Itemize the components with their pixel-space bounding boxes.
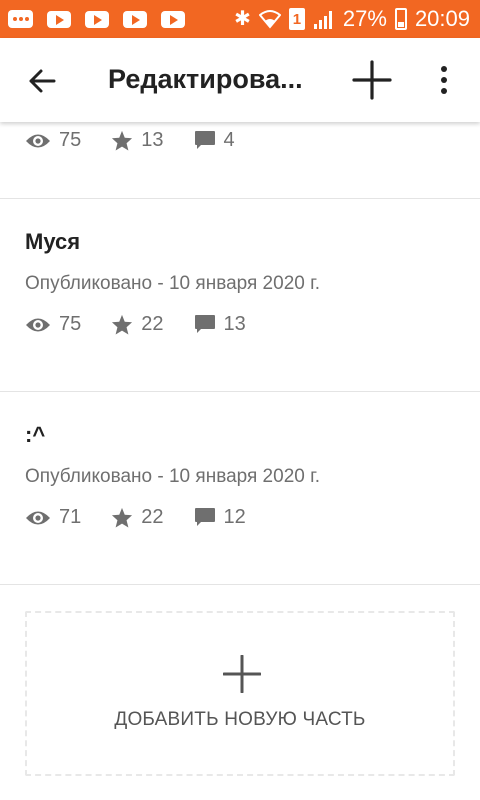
comment-icon	[194, 315, 215, 333]
youtube-notification-icon	[123, 10, 147, 28]
wifi-icon	[258, 10, 281, 29]
part-stats: 75 13 4	[25, 129, 265, 152]
clock: 20:09	[414, 6, 470, 31]
comments-count: 13	[223, 313, 246, 335]
part-stats: 71 22 12	[25, 506, 276, 529]
part-title: Муся	[25, 229, 81, 254]
add-new-part-button[interactable]: ДОБАВИТЬ НОВУЮ ЧАСТЬ	[25, 611, 455, 776]
views-count: 75	[59, 129, 82, 151]
youtube-notification-icon	[161, 10, 185, 28]
part-item[interactable]: Муся Опубликовано - 10 января 2020 г. 75…	[0, 199, 480, 392]
status-bar: ✱ 1 27% 20:09	[0, 0, 480, 38]
notification-icons	[8, 10, 185, 28]
messenger-notification-icon	[8, 10, 33, 28]
part-stats: 75 22 13	[25, 313, 276, 336]
comment-icon	[194, 131, 215, 149]
add-new-part-label: ДОБАВИТЬ НОВУЮ ЧАСТЬ	[114, 709, 366, 730]
star-icon	[112, 314, 133, 335]
more-options-icon[interactable]	[432, 63, 456, 97]
comments-count: 12	[223, 506, 246, 528]
youtube-notification-icon	[47, 10, 71, 28]
votes-count: 22	[141, 506, 164, 528]
comment-icon	[194, 508, 215, 526]
back-arrow-icon[interactable]	[26, 65, 58, 97]
views-count: 75	[59, 313, 82, 335]
votes-count: 13	[141, 129, 164, 151]
signal-icon	[313, 11, 332, 29]
plus-icon	[223, 655, 261, 693]
part-item[interactable]: :^ Опубликовано - 10 января 2020 г. 71 2…	[0, 392, 480, 585]
part-item[interactable]: 75 13 4	[0, 122, 480, 199]
star-icon	[112, 507, 133, 528]
star-icon	[112, 130, 133, 151]
views-icon	[26, 134, 50, 147]
part-publish-date: Опубликовано - 10 января 2020 г.	[25, 273, 320, 294]
battery-icon	[394, 8, 407, 30]
views-icon	[26, 318, 50, 331]
bluetooth-icon: ✱	[234, 8, 251, 30]
sim-icon: 1	[288, 8, 305, 30]
part-publish-date: Опубликовано - 10 января 2020 г.	[25, 466, 320, 487]
views-count: 71	[59, 506, 82, 528]
parts-list: 75 13 4 Муся Опубликовано - 10 января 20…	[0, 122, 480, 800]
votes-count: 22	[141, 313, 164, 335]
battery-percent: 27%	[342, 6, 387, 31]
views-icon	[26, 511, 50, 524]
part-title: :^	[25, 422, 46, 447]
page-title: Редактирова...	[108, 64, 303, 94]
app-bar: Редактирова...	[0, 38, 480, 122]
youtube-notification-icon	[85, 10, 109, 28]
comments-count: 4	[223, 129, 235, 151]
add-icon[interactable]	[352, 60, 392, 100]
